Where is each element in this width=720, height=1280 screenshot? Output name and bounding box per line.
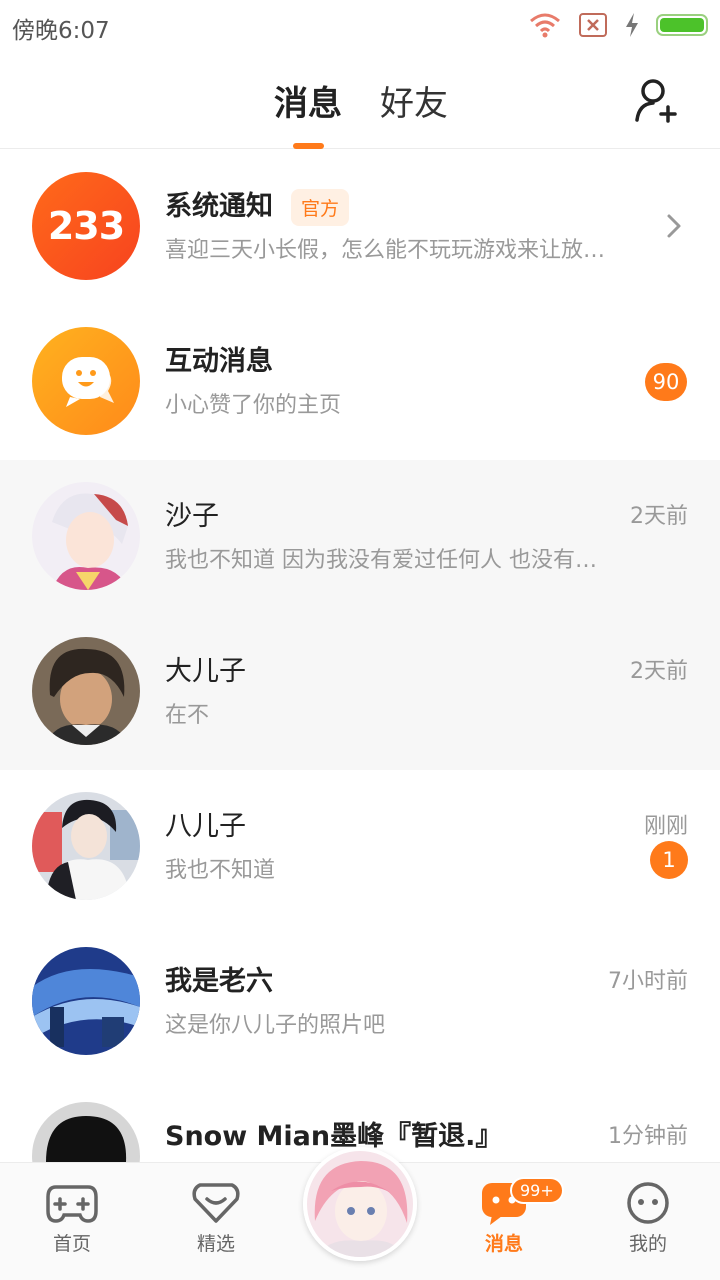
heart-gem-icon xyxy=(192,1183,240,1223)
user-avatar xyxy=(32,637,140,745)
tab-friends[interactable]: 好友 xyxy=(380,76,448,125)
unread-badge: 1 xyxy=(650,841,688,879)
conversation-time: 7小时前 xyxy=(608,969,688,994)
header: 消息 好友 xyxy=(0,50,720,149)
nav-featured[interactable]: 精选 xyxy=(166,1181,266,1256)
nav-home[interactable]: 首页 xyxy=(22,1181,122,1256)
list-item-conversation[interactable]: 沙子 2天前 我也不知道 因为我没有爱过任何人 也没有… xyxy=(0,460,720,615)
user-avatar xyxy=(32,792,140,900)
conversation-preview: 小心赞了你的主页 xyxy=(165,393,342,418)
chevron-right-icon xyxy=(667,214,681,238)
nav-label: 我的 xyxy=(628,1233,667,1255)
gamepad-icon xyxy=(46,1185,98,1223)
unread-badge: 90 xyxy=(645,363,687,401)
nav-label: 首页 xyxy=(52,1233,91,1255)
conversation-time: 2天前 xyxy=(630,504,688,529)
center-profile-avatar[interactable] xyxy=(303,1147,417,1261)
conversation-preview: 在不 xyxy=(165,703,210,728)
conversation-time: 刚刚 xyxy=(643,814,688,839)
messages-nav-badge: 99+ xyxy=(510,1177,564,1204)
status-icons xyxy=(528,10,708,40)
system-avatar-text: 233 xyxy=(47,204,125,248)
conversation-name: 系统通知 官方 xyxy=(165,184,350,226)
charging-icon xyxy=(626,13,638,37)
face-icon xyxy=(627,1182,669,1224)
list-item-interactions[interactable]: 互动消息 小心赞了你的主页 90 xyxy=(0,305,720,460)
conversation-preview: 我也不知道 因为我没有爱过任何人 也没有… xyxy=(165,548,597,573)
no-sim-icon xyxy=(579,13,607,37)
conversation-list[interactable]: 233 系统通知 官方 喜迎三天小长假，怎么能不玩玩游戏来让放… 互动消息 小心赞… xyxy=(0,150,720,1162)
nav-label: 消息 xyxy=(484,1233,523,1255)
conversation-preview: 这是你八儿子的照片吧 xyxy=(165,1013,386,1038)
system-avatar: 233 xyxy=(32,172,140,280)
conversation-name-text: 系统通知 xyxy=(165,191,273,222)
conversation-name: 互动消息 xyxy=(165,346,273,377)
interactions-avatar xyxy=(32,327,140,435)
conversation-preview: 我也不知道 xyxy=(165,858,276,883)
conversation-preview: 喜迎三天小长假，怎么能不玩玩游戏来让放… xyxy=(165,238,606,263)
user-avatar xyxy=(32,947,140,1055)
official-badge: 官方 xyxy=(291,189,350,226)
conversation-name: 沙子 xyxy=(165,501,219,532)
list-item-conversation[interactable]: 大儿子 2天前 在不 xyxy=(0,615,720,770)
wifi-icon xyxy=(530,13,560,38)
status-time: 傍晚6:07 xyxy=(12,18,110,44)
conversation-name: Snow Mian墨峰『暂退.』 xyxy=(165,1121,503,1152)
user-avatar xyxy=(32,482,140,590)
conversation-name: 八儿子 xyxy=(165,811,246,842)
chat-bubble-icon xyxy=(62,357,114,407)
nav-profile[interactable]: 我的 xyxy=(598,1181,698,1256)
conversation-name: 我是老六 xyxy=(165,966,273,997)
user-avatar xyxy=(32,1102,140,1162)
add-friend-icon[interactable] xyxy=(632,76,680,124)
nav-label: 精选 xyxy=(196,1233,235,1255)
tab-indicator xyxy=(293,143,324,149)
tab-messages[interactable]: 消息 xyxy=(274,76,342,125)
list-item-system-notice[interactable]: 233 系统通知 官方 喜迎三天小长假，怎么能不玩玩游戏来让放… xyxy=(0,150,720,305)
status-bar: 傍晚6:07 xyxy=(0,0,720,50)
battery-icon xyxy=(656,14,708,36)
conversation-time: 2天前 xyxy=(630,659,688,684)
list-item-conversation[interactable]: 我是老六 7小时前 这是你八儿子的照片吧 xyxy=(0,925,720,1080)
list-item-conversation[interactable]: 八儿子 刚刚 我也不知道 1 xyxy=(0,770,720,925)
conversation-name: 大儿子 xyxy=(165,656,246,687)
conversation-time: 1分钟前 xyxy=(608,1124,688,1149)
